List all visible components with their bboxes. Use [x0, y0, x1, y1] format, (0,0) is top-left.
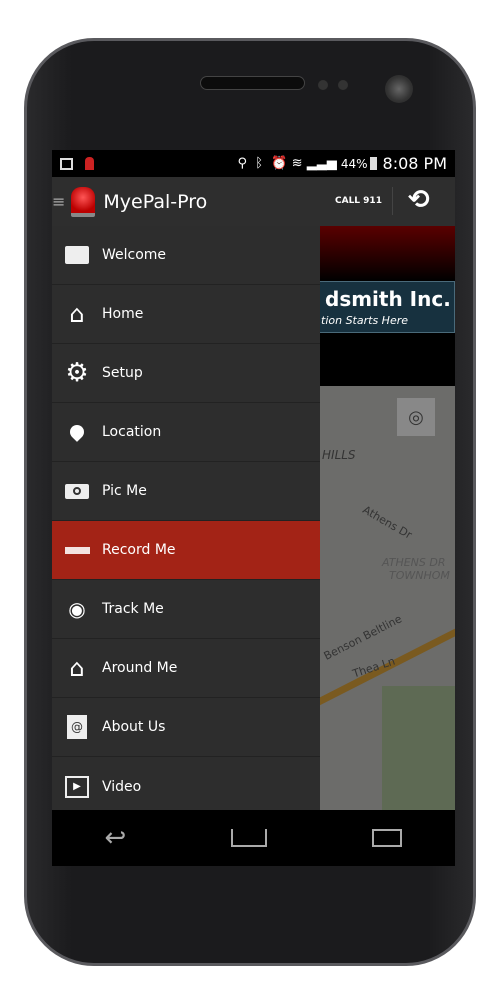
sensor	[338, 80, 348, 90]
battery-icon	[369, 157, 377, 170]
app-logo-siren-icon	[71, 186, 96, 217]
address-book-icon: @	[52, 715, 102, 739]
bluetooth-icon: ᛒ	[255, 156, 264, 171]
drawer-item-location[interactable]: Location	[52, 403, 320, 462]
drawer-item-label: Setup	[102, 365, 143, 381]
back-icon[interactable]: ↩	[105, 823, 127, 853]
home-icon: ⌂	[69, 300, 85, 328]
signal-icon: ▂▃▅	[306, 156, 337, 171]
gear-icon: ⚙	[65, 358, 89, 388]
app-title: MyePal-Pro	[103, 190, 208, 213]
drawer-item-welcome[interactable]: Welcome	[52, 226, 320, 285]
ad-tagline: tion Starts Here	[321, 314, 408, 327]
camera-icon	[52, 483, 102, 499]
welcome-calendar-icon	[52, 246, 102, 264]
map-label: Athens Dr	[360, 503, 415, 542]
navigation-drawer: Welcome ⌂ Home ⚙ Setup Location Pic Me Rec…	[52, 226, 320, 810]
recents-icon[interactable]	[372, 829, 403, 847]
drawer-item-label: Pic Me	[102, 483, 147, 499]
location-pin-icon	[52, 422, 102, 442]
alarm-icon: ⏰	[271, 156, 288, 171]
drawer-item-label: Welcome	[102, 247, 167, 263]
sensor	[318, 80, 328, 90]
location-icon: ⚲	[237, 156, 247, 171]
drawer-item-label: Track Me	[102, 601, 164, 617]
refresh-icon[interactable]: ⟲	[408, 185, 430, 215]
home-button-icon[interactable]	[231, 829, 268, 847]
drawer-item-label: About Us	[102, 719, 166, 735]
system-nav-bar: ↩	[52, 810, 455, 866]
screen: ⚲ ᛒ ⏰ ≋ ▂▃▅ 44% 8:08 PM ≡ MyePal-Pro CAL…	[52, 150, 455, 866]
siren-notification-icon	[85, 157, 94, 170]
track-icon: ◉	[68, 597, 86, 621]
map-label: HILLS	[322, 448, 356, 462]
speaker-grille	[200, 76, 305, 90]
drawer-item-video[interactable]: ▶ Video	[52, 757, 320, 816]
drawer-item-home[interactable]: ⌂ Home	[52, 285, 320, 344]
drawer-item-about-us[interactable]: @ About Us	[52, 698, 320, 757]
home-icon: ⌂	[69, 654, 85, 682]
record-icon	[52, 546, 102, 554]
drawer-item-around-me[interactable]: ⌂ Around Me	[52, 639, 320, 698]
front-camera	[385, 75, 413, 103]
app-bar: ≡ MyePal-Pro CALL 911 ⟲	[52, 177, 455, 226]
menu-icon[interactable]: ≡	[52, 192, 65, 211]
drawer-item-label: Around Me	[102, 660, 178, 676]
wifi-icon: ≋	[291, 156, 303, 171]
clock: 8:08 PM	[382, 154, 447, 173]
drawer-item-label: Record Me	[102, 542, 176, 558]
drawer-item-label: Video	[102, 778, 142, 795]
battery-percent: 44%	[340, 156, 368, 171]
map-label: TOWNHOM	[389, 569, 450, 582]
image-notification-icon	[60, 157, 73, 170]
play-icon: ▶	[52, 775, 102, 798]
divider	[392, 187, 393, 215]
my-location-button[interactable]: ◎	[397, 398, 435, 436]
call-911-button[interactable]: CALL 911	[335, 196, 382, 206]
drawer-item-pic-me[interactable]: Pic Me	[52, 462, 320, 521]
drawer-item-setup[interactable]: ⚙ Setup	[52, 344, 320, 403]
drawer-item-label: Home	[102, 306, 144, 322]
drawer-item-record-me[interactable]: Record Me	[52, 521, 320, 580]
drawer-item-track-me[interactable]: ◉ Track Me	[52, 580, 320, 639]
status-bar: ⚲ ᛒ ⏰ ≋ ▂▃▅ 44% 8:08 PM	[52, 150, 455, 177]
ad-company: dsmith Inc.	[325, 287, 451, 311]
park	[382, 686, 455, 810]
drawer-item-label: Location	[102, 424, 162, 440]
map-label: ATHENS DR	[382, 556, 446, 569]
